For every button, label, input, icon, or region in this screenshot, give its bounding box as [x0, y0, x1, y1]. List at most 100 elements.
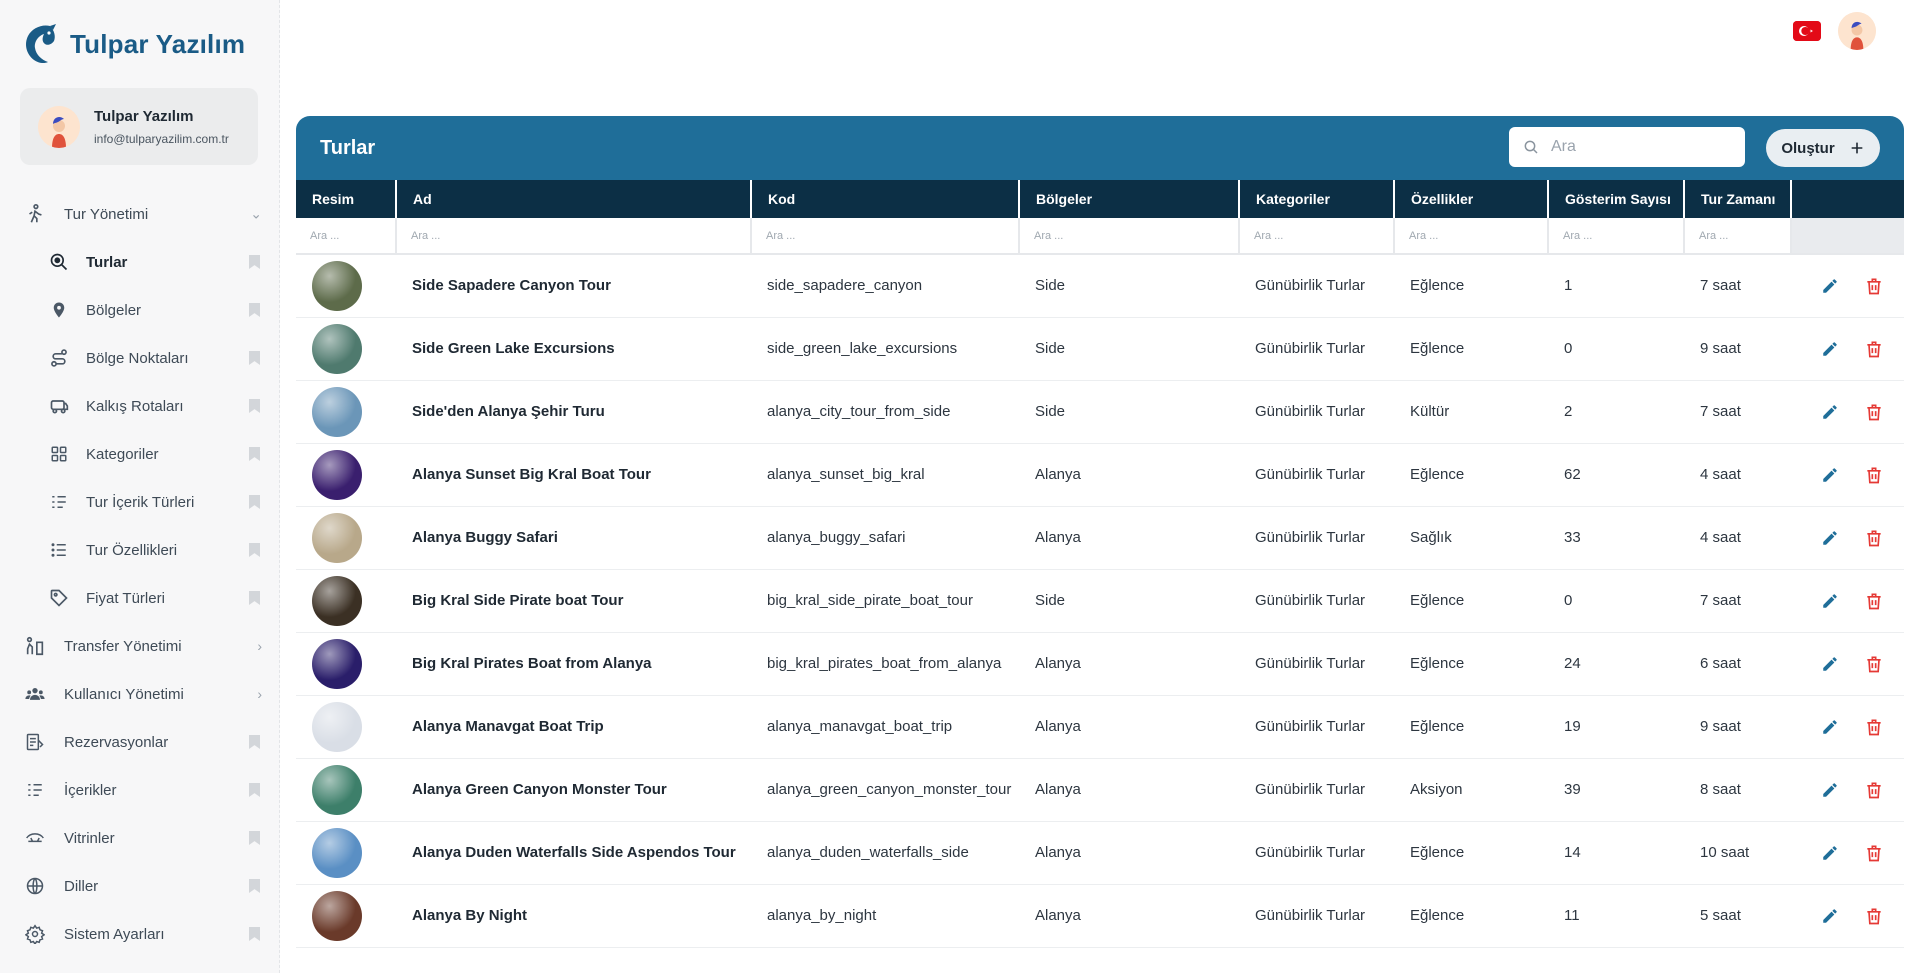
sidebar-item-tur-yonetimi[interactable]: Tur Yönetimi ⌄ — [0, 190, 280, 238]
edit-button[interactable] — [1819, 779, 1841, 801]
tour-thumbnail[interactable] — [312, 701, 362, 752]
delete-button[interactable] — [1863, 905, 1885, 927]
tour-thumbnail[interactable] — [312, 512, 362, 563]
sidebar-item-kategoriler[interactable]: Kategoriler — [0, 430, 280, 478]
user-name: Tulpar Yazılım — [94, 107, 194, 125]
bookmark-icon[interactable] — [249, 783, 260, 797]
sidebar-item-rezervasyonlar[interactable]: Rezervasyonlar — [0, 718, 280, 766]
trash-icon — [1867, 719, 1881, 735]
edit-button[interactable] — [1819, 464, 1841, 486]
sidebar-item-turlar[interactable]: Turlar — [0, 238, 280, 286]
sidebar-item-icerikler[interactable]: İçerikler — [0, 766, 280, 814]
tour-thumbnail[interactable] — [312, 386, 362, 437]
filter-input-resim[interactable] — [300, 221, 391, 250]
sidebar-item-transfer-yonetimi[interactable]: Transfer Yönetimi › — [0, 622, 280, 670]
edit-button[interactable] — [1819, 590, 1841, 612]
table-row[interactable]: Side Green Lake Excursions side_green_la… — [296, 317, 1904, 381]
bookmark-icon[interactable] — [249, 447, 260, 461]
column-header-ad[interactable]: Ad — [396, 180, 752, 218]
filter-input-ozellikler[interactable] — [1399, 221, 1543, 250]
bookmark-icon[interactable] — [249, 831, 260, 845]
tour-thumbnail[interactable] — [312, 638, 362, 689]
filter-input-ad[interactable] — [401, 221, 746, 250]
table-row[interactable]: Big Kral Pirates Boat from Alanya big_kr… — [296, 632, 1904, 696]
tour-thumbnail[interactable] — [312, 323, 362, 374]
search-input[interactable] — [1551, 138, 1721, 156]
edit-button[interactable] — [1819, 716, 1841, 738]
bookmark-icon[interactable] — [249, 351, 260, 365]
filter-input-kod[interactable] — [756, 221, 1014, 250]
bookmark-icon[interactable] — [249, 303, 260, 317]
delete-button[interactable] — [1863, 590, 1885, 612]
bookmark-icon[interactable] — [249, 591, 260, 605]
tour-thumbnail[interactable] — [312, 260, 362, 311]
sidebar-item-diller[interactable]: Diller — [0, 862, 280, 910]
brand[interactable]: Tulpar Yazılım — [20, 22, 245, 66]
edit-button[interactable] — [1819, 905, 1841, 927]
delete-button[interactable] — [1863, 275, 1885, 297]
filter-input-tur-zamani[interactable] — [1689, 221, 1786, 250]
edit-button[interactable] — [1819, 842, 1841, 864]
bookmark-icon[interactable] — [249, 255, 260, 269]
sidebar-item-sistem-ayarlari[interactable]: Sistem Ayarları — [0, 910, 280, 958]
bookmark-icon[interactable] — [249, 495, 260, 509]
delete-button[interactable] — [1863, 779, 1885, 801]
bookmark-icon[interactable] — [249, 735, 260, 749]
tr-flag-icon[interactable] — [1793, 21, 1821, 41]
table-row[interactable]: Side'den Alanya Şehir Turu alanya_city_t… — [296, 380, 1904, 444]
delete-button[interactable] — [1863, 653, 1885, 675]
column-header-gosterim-sayisi[interactable]: Gösterim Sayısı — [1548, 180, 1685, 218]
column-header-bolgeler[interactable]: Bölgeler — [1019, 180, 1240, 218]
edit-button[interactable] — [1819, 653, 1841, 675]
delete-button[interactable] — [1863, 464, 1885, 486]
sidebar-item-vitrinler[interactable]: Vitrinler — [0, 814, 280, 862]
tour-category: Günübirlik Turlar — [1239, 632, 1394, 696]
column-header-resim[interactable]: Resim — [296, 180, 397, 218]
filter-input-kategoriler[interactable] — [1244, 221, 1389, 250]
delete-button[interactable] — [1863, 338, 1885, 360]
filter-input-bolgeler[interactable] — [1024, 221, 1234, 250]
tour-thumbnail[interactable] — [312, 890, 362, 941]
search-box[interactable] — [1509, 127, 1745, 167]
column-header-tur-zamani[interactable]: Tur Zamanı — [1684, 180, 1792, 218]
tour-thumbnail[interactable] — [312, 449, 362, 500]
edit-button[interactable] — [1819, 338, 1841, 360]
table-row[interactable]: Alanya Sunset Big Kral Boat Tour alanya_… — [296, 443, 1904, 507]
sidebar-item-bolgeler[interactable]: Bölgeler — [0, 286, 280, 334]
sidebar-item-bolge-noktalari[interactable]: Bölge Noktaları — [0, 334, 280, 382]
table-row[interactable]: Alanya Manavgat Boat Trip alanya_manavga… — [296, 695, 1904, 759]
column-header-kategoriler[interactable]: Kategoriler — [1239, 180, 1395, 218]
bookmark-icon[interactable] — [249, 543, 260, 557]
table-row[interactable]: Alanya Green Canyon Monster Tour alanya_… — [296, 758, 1904, 822]
table-row[interactable]: Side Sapadere Canyon Tour side_sapadere_… — [296, 254, 1904, 318]
edit-button[interactable] — [1819, 275, 1841, 297]
bookmark-icon[interactable] — [249, 879, 260, 893]
sidebar-item-label: Fiyat Türleri — [86, 589, 165, 607]
table-row[interactable]: Alanya By Night alanya_by_night Alanya G… — [296, 884, 1904, 948]
table-row[interactable]: Alanya Buggy Safari alanya_buggy_safari … — [296, 506, 1904, 570]
delete-button[interactable] — [1863, 716, 1885, 738]
sidebar-item-kullanici-yonetimi[interactable]: Kullanıcı Yönetimi › — [0, 670, 280, 718]
sidebar-item-fiyat-turleri[interactable]: Fiyat Türleri — [0, 574, 280, 622]
column-header-ozellikler[interactable]: Özellikler — [1394, 180, 1549, 218]
bookmark-icon[interactable] — [249, 399, 260, 413]
tour-thumbnail[interactable] — [312, 575, 362, 626]
avatar[interactable] — [1838, 12, 1876, 50]
bookmark-icon[interactable] — [249, 927, 260, 941]
sidebar-item-tur-ozellikleri[interactable]: Tur Özellikleri — [0, 526, 280, 574]
table-row[interactable]: Alanya Duden Waterfalls Side Aspendos To… — [296, 821, 1904, 885]
edit-button[interactable] — [1819, 401, 1841, 423]
user-card[interactable]: Tulpar Yazılım info@tulparyazilim.com.tr — [20, 88, 258, 165]
delete-button[interactable] — [1863, 401, 1885, 423]
tour-thumbnail[interactable] — [312, 764, 362, 815]
create-button[interactable]: Oluştur — [1766, 129, 1880, 167]
delete-button[interactable] — [1863, 527, 1885, 549]
delete-button[interactable] — [1863, 842, 1885, 864]
edit-button[interactable] — [1819, 527, 1841, 549]
sidebar-item-tur-icerik-turleri[interactable]: Tur İçerik Türleri — [0, 478, 280, 526]
column-header-kod[interactable]: Kod — [751, 180, 1020, 218]
sidebar-item-kalkis-rotalari[interactable]: Kalkış Rotaları — [0, 382, 280, 430]
table-row[interactable]: Big Kral Side Pirate boat Tour big_kral_… — [296, 569, 1904, 633]
filter-input-gosterim-sayisi[interactable] — [1553, 221, 1679, 250]
tour-thumbnail[interactable] — [312, 827, 362, 878]
